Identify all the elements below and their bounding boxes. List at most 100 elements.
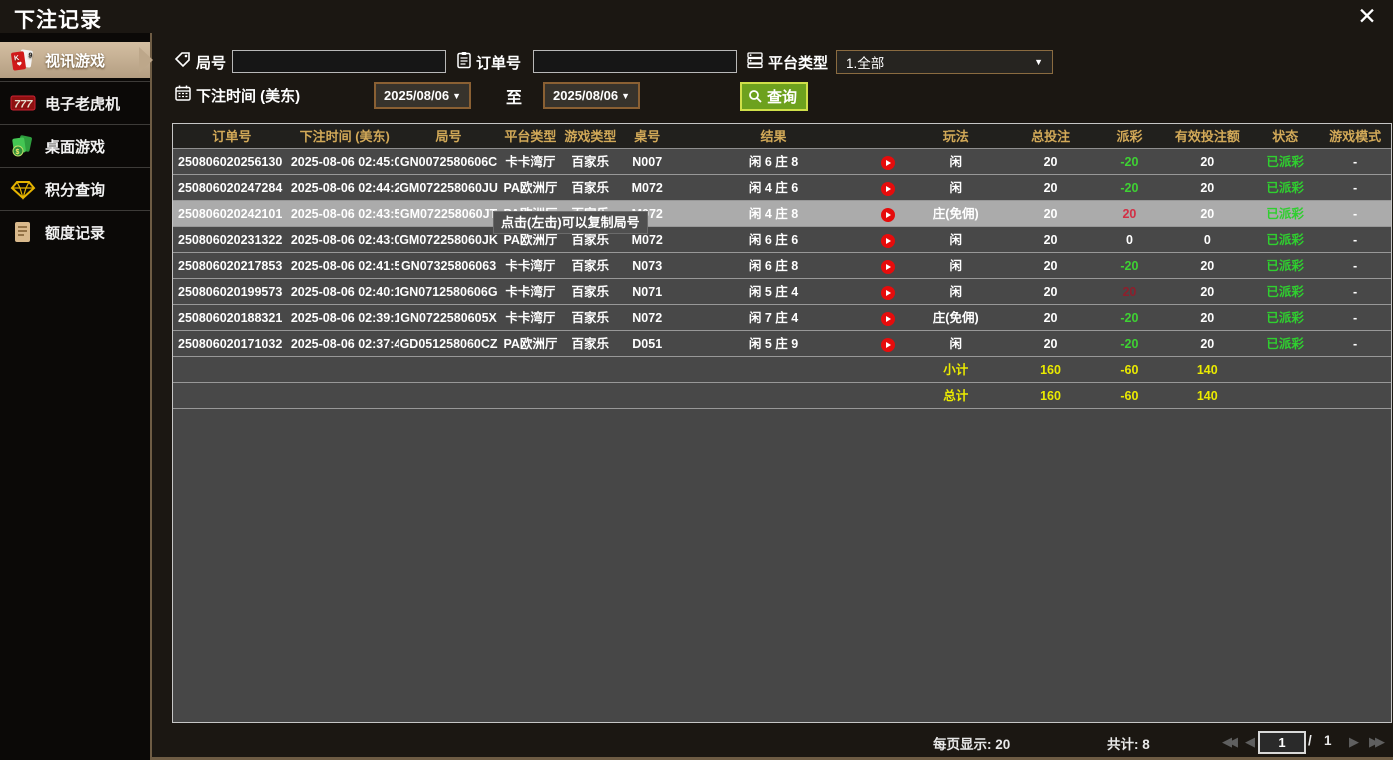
search-button[interactable]: 查询 (740, 82, 808, 111)
sidebar-item-2[interactable]: 777电子老虎机 (0, 85, 150, 121)
play-video-icon[interactable] (881, 286, 895, 300)
cell-payout: -20 (1095, 149, 1163, 174)
cell-order-no: 250806020231322 (173, 227, 291, 252)
play-video-icon[interactable] (881, 234, 895, 248)
cell-result: 闲 6 庄 6 (676, 227, 871, 252)
sidebar-item-4[interactable]: 积分查询 (0, 171, 150, 207)
table-header-row: 订单号下注时间 (美东)局号平台类型游戏类型桌号结果玩法总投注派彩有效投注额状态… (173, 124, 1391, 149)
cell-valid-bet: 20 (1163, 201, 1251, 226)
cell-result: 闲 4 庄 8 (676, 201, 871, 226)
cell-status: 已派彩 (1251, 175, 1319, 200)
prev-page-icon[interactable]: ◀ (1245, 734, 1255, 750)
table-row[interactable]: 2508060201710322025-08-06 02:37:49GD0512… (173, 331, 1391, 357)
summary-status (1251, 357, 1319, 382)
table-row[interactable]: 2508060201883212025-08-06 02:39:17GN0722… (173, 305, 1391, 331)
cell-status: 已派彩 (1251, 279, 1319, 304)
cell-payout: 20 (1095, 201, 1163, 226)
sidebar-item-1[interactable]: 9K视讯游戏 (0, 42, 150, 78)
cell-result: 闲 7 庄 4 (676, 305, 871, 330)
cell-platform-type: 卡卡湾厅 (498, 253, 562, 278)
sidebar-item-3[interactable]: $桌面游戏 (0, 128, 150, 164)
cell-valid-bet: 20 (1163, 253, 1251, 278)
platform-type-select[interactable]: 1.全部 ▼ (836, 50, 1053, 74)
cell-bet-time: 2025-08-06 02:39:17 (291, 305, 399, 330)
table-row[interactable]: 2508060202472842025-08-06 02:44:22GM0722… (173, 175, 1391, 201)
sidebar-item-5[interactable]: 额度记录 (0, 214, 150, 250)
cell-valid-bet: 20 (1163, 279, 1251, 304)
column-header-game-type: 游戏类型 (562, 124, 618, 148)
play-video-icon[interactable] (881, 208, 895, 222)
cell-order-no: 250806020171032 (173, 331, 291, 356)
page-title: 下注记录 (14, 4, 102, 34)
cell-bet-time: 2025-08-06 02:43:53 (291, 201, 399, 226)
cell-total-bet: 20 (1006, 175, 1096, 200)
cell-order-no: 250806020247284 (173, 175, 291, 200)
sidebar: 9K视讯游戏 777电子老虎机 $桌面游戏积分查询额度记录 (0, 33, 152, 760)
bet-time-label: 下注时间 (美东) (196, 85, 300, 106)
svg-text:$: $ (16, 149, 20, 156)
cell-status: 已派彩 (1251, 331, 1319, 356)
column-header-status: 状态 (1251, 124, 1319, 148)
play-cell (871, 175, 906, 200)
cell-total-bet: 20 (1006, 253, 1096, 278)
table-row[interactable]: 2508060201995732025-08-06 02:40:16GN0712… (173, 279, 1391, 305)
cell-valid-bet: 20 (1163, 305, 1251, 330)
cell-table-no: N072 (618, 305, 676, 330)
date-from-select[interactable]: 2025/08/06▼ (374, 82, 471, 109)
cell-payout: -20 (1095, 331, 1163, 356)
play-cell (871, 201, 906, 226)
play-cell (871, 279, 906, 304)
cell-total-bet: 20 (1006, 305, 1096, 330)
platform-type-label: 平台类型 (768, 52, 828, 73)
clipboard-icon (455, 51, 473, 69)
cell-bet-method: 闲 (906, 149, 1006, 174)
order-no-label: 订单号 (476, 52, 521, 73)
cell-bet-method: 闲 (906, 253, 1006, 278)
cell-game-mode: - (1319, 253, 1391, 278)
table-row[interactable]: 2508060202421012025-08-06 02:43:53GM0722… (173, 201, 1391, 227)
chevron-down-icon: ▼ (621, 91, 630, 101)
first-page-icon[interactable]: ◀◀ (1222, 734, 1234, 750)
date-to-select[interactable]: 2025/08/06▼ (543, 82, 640, 109)
date-to-label-separator: 至 (506, 84, 522, 108)
close-icon[interactable]: ✕ (1352, 2, 1382, 30)
summary-bet-method: 总计 (906, 383, 1006, 408)
table-row[interactable]: 2508060202313222025-08-06 02:43:00GM0722… (173, 227, 1391, 253)
svg-text:777: 777 (14, 99, 33, 111)
round-no-label: 局号 (196, 52, 226, 73)
column-header-table-no: 桌号 (618, 124, 676, 148)
cell-status: 已派彩 (1251, 305, 1319, 330)
table-row[interactable]: 2508060202561302025-08-06 02:45:06GN0072… (173, 149, 1391, 175)
page-number-input[interactable] (1258, 731, 1306, 754)
cell-bet-method: 闲 (906, 279, 1006, 304)
cell-bet-method: 闲 (906, 175, 1006, 200)
play-video-icon[interactable] (881, 182, 895, 196)
cell-game-mode: - (1319, 175, 1391, 200)
cell-payout: 0 (1095, 227, 1163, 252)
cell-platform-type: PA欧洲厅 (498, 175, 562, 200)
tag-icon (174, 51, 192, 69)
points-diamond-icon (10, 178, 36, 200)
cell-bet-time: 2025-08-06 02:41:54 (291, 253, 399, 278)
play-video-icon[interactable] (881, 338, 895, 352)
summary-round-no (399, 383, 499, 408)
summary-platform-type (498, 383, 562, 408)
play-video-icon[interactable] (881, 312, 895, 326)
next-page-icon[interactable]: ▶ (1349, 734, 1359, 750)
calendar-icon (174, 84, 192, 102)
play-video-icon[interactable] (881, 156, 895, 170)
cell-round-no: GN0712580606G (399, 279, 499, 304)
per-page-label: 每页显示: 20 (933, 733, 1010, 753)
summary-play-cell (871, 357, 906, 382)
cell-platform-type: 卡卡湾厅 (498, 305, 562, 330)
cell-round-no: GM072258060JT (399, 201, 499, 226)
table-row[interactable]: 2508060202178532025-08-06 02:41:54GN0732… (173, 253, 1391, 279)
play-video-icon[interactable] (881, 260, 895, 274)
cell-bet-time: 2025-08-06 02:40:16 (291, 279, 399, 304)
order-no-input[interactable] (533, 50, 737, 73)
table-games-icon: $ (10, 135, 36, 157)
round-no-input[interactable] (232, 50, 446, 73)
last-page-icon[interactable]: ▶▶ (1369, 734, 1381, 750)
cell-order-no: 250806020217853 (173, 253, 291, 278)
column-header-valid-bet: 有效投注额 (1163, 124, 1251, 148)
